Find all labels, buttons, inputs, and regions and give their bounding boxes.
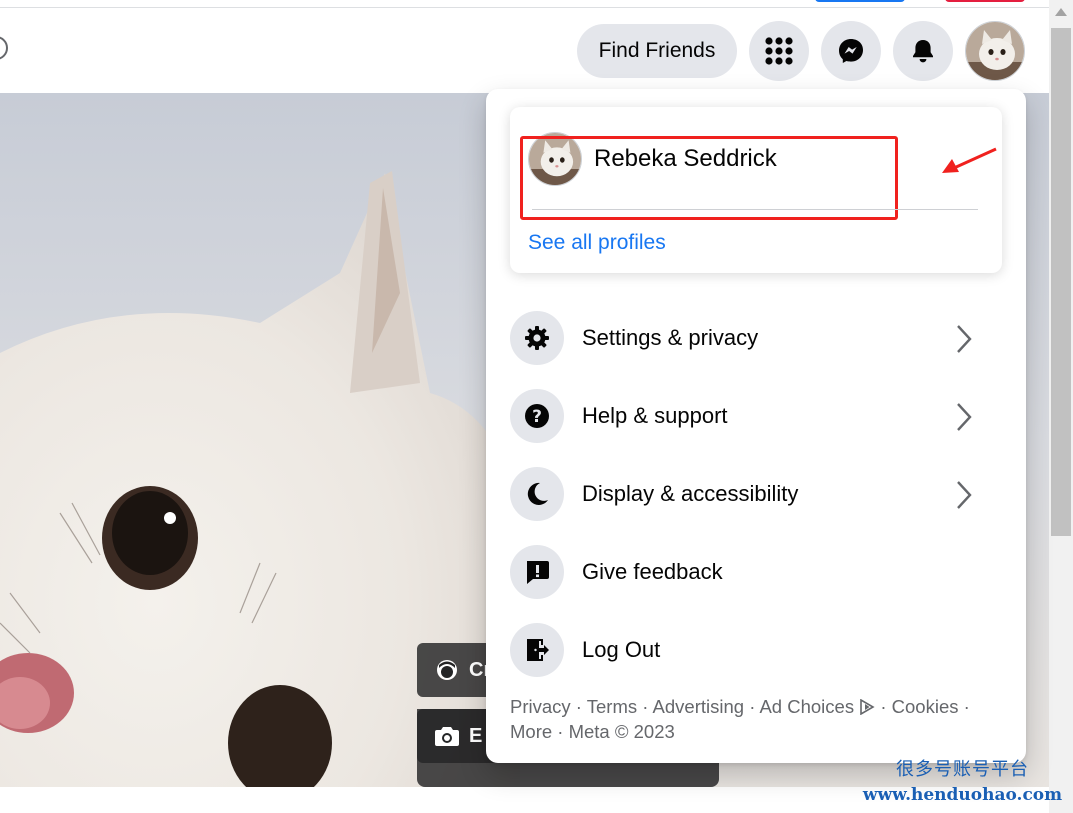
menu-item-label: Give feedback <box>582 559 723 584</box>
site-watermark: 很多号账号平台 www.henduohao.com <box>860 755 1065 805</box>
blue-tab-remnant <box>815 0 905 2</box>
messenger-icon <box>839 39 863 63</box>
page-scrollbar[interactable] <box>1049 0 1073 813</box>
moon-icon <box>510 467 564 521</box>
bell-icon <box>913 40 933 63</box>
account-avatar-button[interactable] <box>965 21 1025 81</box>
footer-links-primary[interactable]: Privacy · Terms · Advertising · Ad Choic… <box>510 696 854 717</box>
messenger-button[interactable] <box>821 21 881 81</box>
screen: Find Friends Cr E Rebeka Seddrick See al… <box>0 0 1073 813</box>
menu-item-settings-privacy[interactable]: Settings & privacy <box>510 308 1002 368</box>
menu-button[interactable] <box>749 21 809 81</box>
avatar-icon <box>437 660 457 680</box>
footer-line-1: Privacy · Terms · Advertising · Ad Choic… <box>510 694 990 719</box>
footer-line-2[interactable]: More · Meta © 2023 <box>510 719 990 744</box>
edit-cover-label: E <box>469 724 483 747</box>
scroll-up-arrow-icon[interactable] <box>1055 8 1067 16</box>
menu-item-label: Log Out <box>582 637 661 662</box>
question-icon: ? <box>510 389 564 443</box>
chevron-right-icon <box>957 403 972 431</box>
chevron-right-icon <box>957 325 972 353</box>
notifications-button[interactable] <box>893 21 953 81</box>
watermark-title: 很多号账号平台 <box>896 759 1029 780</box>
ad-choices-icon[interactable] <box>859 698 875 716</box>
menu-footer-links: Privacy · Terms · Advertising · Ad Choic… <box>510 694 990 744</box>
red-tab-remnant <box>945 0 1025 2</box>
chevron-right-icon <box>957 481 972 509</box>
menu-item-give-feedback[interactable]: Give feedback <box>510 542 1002 602</box>
feedback-icon <box>510 545 564 599</box>
footer-cookies-link[interactable]: · Cookies · <box>880 696 969 717</box>
cat-avatar-image <box>966 22 1024 80</box>
svg-text:?: ? <box>532 407 542 427</box>
menu-item-log-out[interactable]: Log Out <box>510 620 1002 680</box>
top-navbar: Find Friends <box>0 9 1049 93</box>
profile-card: Rebeka Seddrick See all profiles <box>510 107 1002 273</box>
menu-item-help-support[interactable]: ? Help & support <box>510 386 1002 446</box>
account-menu-dropdown: Rebeka Seddrick See all profiles Setting… <box>486 89 1026 763</box>
menu-item-label: Settings & privacy <box>582 325 759 350</box>
menu-grid-icon <box>765 37 793 65</box>
gear-icon <box>510 311 564 365</box>
browser-top-strip <box>0 0 1049 8</box>
annotation-arrow-icon <box>942 147 997 173</box>
camera-icon <box>435 727 459 746</box>
menu-item-label: Help & support <box>582 403 728 428</box>
menu-item-label: Display & accessibility <box>582 481 799 506</box>
annotation-highlight-box <box>520 136 898 220</box>
see-all-profiles-link[interactable]: See all profiles <box>528 231 666 255</box>
divider <box>532 209 978 210</box>
menu-item-display-accessibility[interactable]: Display & accessibility <box>510 464 1002 524</box>
search-icon[interactable] <box>0 36 8 60</box>
watermark-url: www.henduohao.com <box>862 785 1063 805</box>
logout-icon <box>510 623 564 677</box>
scroll-thumb[interactable] <box>1051 28 1071 536</box>
find-friends-button[interactable]: Find Friends <box>577 24 737 78</box>
